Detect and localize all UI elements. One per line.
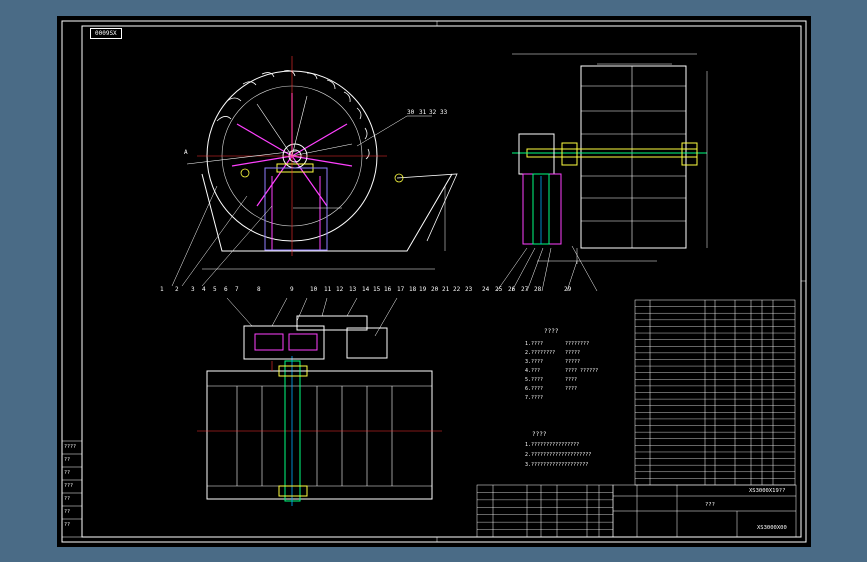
side-view	[496, 53, 708, 292]
lower-parts-rows	[477, 492, 613, 530]
part-number-label: 20	[431, 286, 439, 293]
part-number-label: 13	[349, 286, 357, 293]
part-number-label: 8	[257, 286, 261, 293]
drawing-svg	[61, 20, 807, 543]
note-line: ???? ??????	[565, 368, 599, 374]
notes-title: ????	[544, 328, 559, 335]
note-line: 3.????	[525, 359, 544, 365]
note-line: ??	[64, 522, 71, 528]
outer-border	[61, 20, 807, 543]
part-number-label: 16	[384, 286, 392, 293]
title-block-title: ???	[705, 502, 715, 508]
note-line: 5.????	[525, 377, 544, 383]
part-number-label: 29	[564, 286, 572, 293]
part-number-label: 18	[409, 286, 417, 293]
lower-parts-table	[476, 484, 614, 538]
part-number-label: 26	[508, 286, 516, 293]
part-number-label: 4	[202, 286, 206, 293]
note-line: 1.????	[525, 341, 544, 347]
note-line: ??	[64, 509, 71, 515]
part-number-label: 12	[336, 286, 344, 293]
note-line: 1.????????????????	[525, 442, 580, 448]
part-number-label: 5	[213, 286, 217, 293]
section-label: A	[184, 149, 188, 156]
part-number-label: 24	[482, 286, 490, 293]
part-number-label: 6	[224, 286, 228, 293]
note-line: ????????	[565, 341, 590, 347]
note-line: ?????	[565, 350, 581, 356]
cad-drawing-canvas[interactable]: 0009SX A 1 2 3 4 5 6 7 8 24 25 26 27 28 …	[57, 16, 811, 547]
part-number-label: 23	[465, 286, 473, 293]
part-number-label: 33	[440, 109, 448, 116]
part-number-label: 3	[191, 286, 195, 293]
note-line: ????	[64, 444, 77, 450]
part-number-label: 28	[534, 286, 542, 293]
note-line: ????	[565, 377, 578, 383]
part-number-label: 2	[175, 286, 179, 293]
note-line: 6.????	[525, 386, 544, 392]
tech-req-title: ????	[532, 431, 547, 438]
part-number-label: 19	[419, 286, 427, 293]
part-number-label: 22	[453, 286, 461, 293]
note-line: 7.????	[525, 395, 544, 401]
part-number-label: 14	[362, 286, 370, 293]
part-number-label: 32	[429, 109, 437, 116]
part-number-label: 31	[419, 109, 427, 116]
part-number-label: 9	[290, 286, 294, 293]
cad-window-frame: 0009SX A 1 2 3 4 5 6 7 8 24 25 26 27 28 …	[0, 0, 867, 562]
front-view-wheel	[171, 56, 458, 287]
drawing-number: XS3000X19??	[749, 488, 786, 494]
note-line: ??	[64, 457, 71, 463]
note-line: 2.????????	[525, 350, 556, 356]
note-line: ??	[64, 470, 71, 476]
note-line: ??	[64, 496, 71, 502]
note-line: 3.???????????????????	[525, 462, 589, 468]
part-number-label: 11	[324, 286, 332, 293]
part-number-label: 27	[521, 286, 529, 293]
note-line: ???	[64, 483, 74, 489]
note-line: 4.???	[525, 368, 541, 374]
note-line: ????	[565, 386, 578, 392]
part-number-label: 17	[397, 286, 405, 293]
inner-border	[81, 25, 802, 538]
note-line: 2.????????????????????	[525, 452, 592, 458]
sub-drawing-number: XS3000X00	[757, 525, 787, 531]
part-number-label: 1	[160, 286, 164, 293]
part-number-label: 10	[310, 286, 318, 293]
top-view	[197, 297, 442, 506]
part-number-label: 15	[373, 286, 381, 293]
part-number-label: 25	[495, 286, 503, 293]
note-line: ?????	[565, 359, 581, 365]
part-number-label: 30	[407, 109, 415, 116]
part-number-label: 7	[235, 286, 239, 293]
part-number-label: 21	[442, 286, 450, 293]
